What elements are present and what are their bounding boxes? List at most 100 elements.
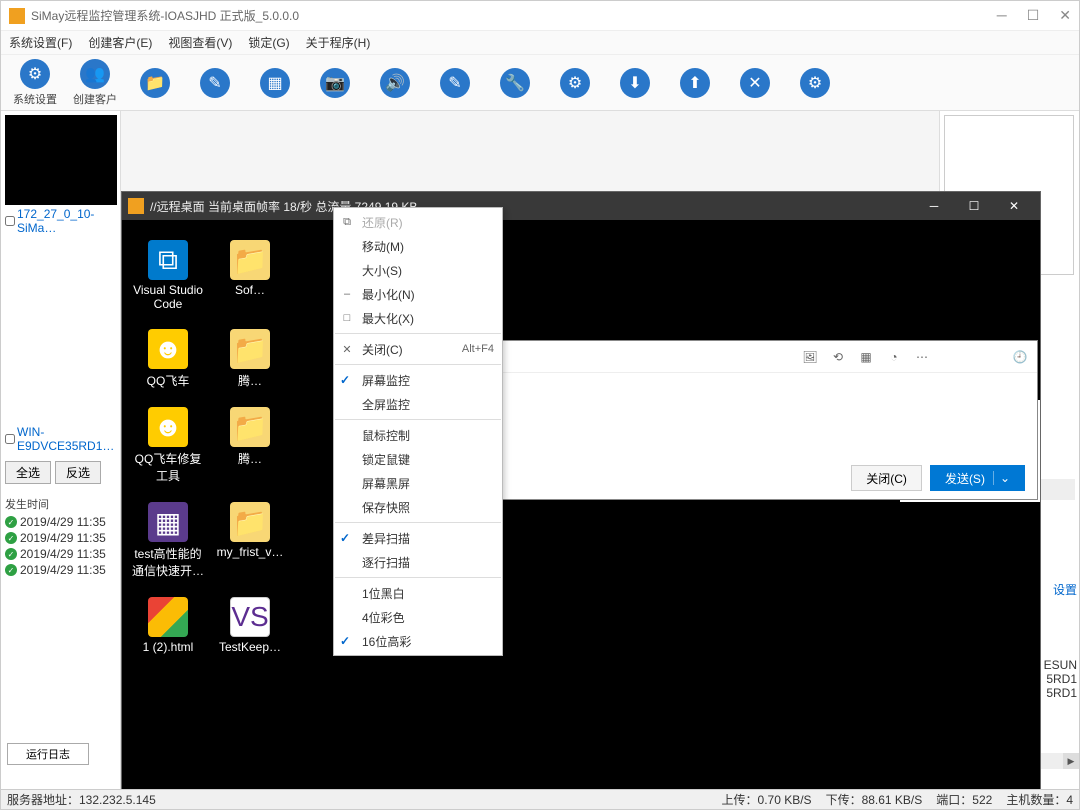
desktop-icon[interactable]: 📁Sof… bbox=[212, 240, 288, 311]
check-icon: ✓ bbox=[340, 634, 350, 648]
app-icon: ☻ bbox=[148, 407, 188, 447]
statusbar: 服务器地址：132.232.5.145 上传：0.70 KB/S 下传：88.6… bbox=[1, 789, 1079, 809]
clock-icon[interactable]: ◔ bbox=[885, 348, 903, 366]
remote-desktop-view[interactable]: ⧉Visual Studio Code📁Sof…☻QQ飞车📁腾…☻QQ飞车修复工… bbox=[122, 220, 1040, 789]
check-icon: ✓ bbox=[340, 531, 350, 545]
history-icon[interactable]: 🕘 bbox=[1011, 348, 1029, 366]
menu-about[interactable]: 关于程序(H) bbox=[306, 34, 371, 51]
menu-view[interactable]: 视图查看(V) bbox=[168, 34, 232, 51]
desktop-icon[interactable]: ⧉Visual Studio Code bbox=[130, 240, 206, 311]
success-icon: ✓ bbox=[5, 564, 17, 576]
tool-create-client[interactable]: 👥 创建客户 bbox=[67, 59, 123, 107]
tool-14[interactable]: ⚙ bbox=[787, 68, 843, 98]
child-title: //远程桌面 当前桌面帧率 18/秒 总流量 7249.19 KB bbox=[150, 198, 914, 215]
tool-system-settings[interactable]: ⚙ 系统设置 bbox=[7, 59, 63, 107]
menu-1bit-bw[interactable]: 1位黑白 bbox=[334, 581, 502, 605]
menu-diff-scan[interactable]: ✓差异扫描 bbox=[334, 526, 502, 550]
close-button[interactable]: ✕ bbox=[1059, 7, 1071, 24]
left-panel: 172_27_0_10-SiMa… WIN-E9DVCE35RD1… 全选 反选… bbox=[1, 111, 121, 789]
event-row: ✓2019/4/29 11:35 bbox=[5, 546, 116, 562]
check-icon: ✓ bbox=[340, 373, 350, 387]
menu-minimize[interactable]: –最小化(N) bbox=[334, 282, 502, 306]
close-icon: ✕ bbox=[340, 343, 354, 356]
more-icon[interactable]: ⋯ bbox=[913, 348, 931, 366]
maximize-icon: □ bbox=[340, 312, 354, 324]
event-row: ✓2019/4/29 11:35 bbox=[5, 514, 116, 530]
dialog-close-button[interactable]: 关闭(C) bbox=[851, 465, 922, 491]
menu-move[interactable]: 移动(M) bbox=[334, 234, 502, 258]
desktop-icon[interactable]: ☻QQ飞车修复工具 bbox=[130, 407, 206, 484]
menu-black-screen[interactable]: 屏幕黑屏 bbox=[334, 471, 502, 495]
tool-3[interactable]: 📁 bbox=[127, 68, 183, 98]
maximize-button[interactable]: ☐ bbox=[1027, 7, 1040, 24]
menu-full-monitor[interactable]: 全屏监控 bbox=[334, 392, 502, 416]
select-all-button[interactable]: 全选 bbox=[5, 461, 51, 484]
menubar: 系统设置(F) 创建客户(E) 视图查看(V) 锁定(G) 关于程序(H) bbox=[1, 31, 1079, 55]
success-icon: ✓ bbox=[5, 516, 17, 528]
tool-4[interactable]: ✎ bbox=[187, 68, 243, 98]
desktop-icon[interactable]: VSTestKeep… bbox=[212, 597, 288, 654]
status-port: 端口：522 bbox=[936, 791, 992, 808]
chevron-down-icon[interactable]: ⌄ bbox=[993, 471, 1010, 485]
desktop-icon[interactable]: 📁my_frist_v… bbox=[212, 502, 288, 579]
tool-13[interactable]: ✕ bbox=[727, 68, 783, 98]
tool-5[interactable]: ▦ bbox=[247, 68, 303, 98]
dialog-send-button[interactable]: 发送(S)⌄ bbox=[930, 465, 1025, 491]
window-system-menu: ⧉还原(R) 移动(M) 大小(S) –最小化(N) □最大化(X) ✕关闭(C… bbox=[333, 207, 503, 656]
child-titlebar[interactable]: //远程桌面 当前桌面帧率 18/秒 总流量 7249.19 KB ─ ☐ ✕ bbox=[122, 192, 1040, 220]
desktop-icon[interactable]: 📁腾… bbox=[212, 407, 288, 484]
success-icon: ✓ bbox=[5, 532, 17, 544]
tool-11[interactable]: ⬇ bbox=[607, 68, 663, 98]
menu-close[interactable]: ✕关闭(C)Alt+F4 bbox=[334, 337, 502, 361]
tool-7[interactable]: 🔊 bbox=[367, 68, 423, 98]
app-icon: 📁 bbox=[230, 407, 270, 447]
status-upload: 上传：0.70 KB/S bbox=[722, 791, 812, 808]
minimize-button[interactable]: ─ bbox=[997, 7, 1007, 24]
client-checkbox-1[interactable] bbox=[5, 216, 15, 226]
menu-maximize[interactable]: □最大化(X) bbox=[334, 306, 502, 330]
tool-10[interactable]: ⚙ bbox=[547, 68, 603, 98]
child-minimize-button[interactable]: ─ bbox=[914, 192, 954, 220]
app-icon: VS bbox=[230, 597, 270, 637]
client-thumb-2[interactable] bbox=[5, 243, 117, 423]
child-app-icon bbox=[128, 198, 144, 214]
rotate-icon[interactable]: ⟲ bbox=[829, 348, 847, 366]
menu-restore: ⧉还原(R) bbox=[334, 210, 502, 234]
invert-select-button[interactable]: 反选 bbox=[55, 461, 101, 484]
client-caption-2[interactable]: WIN-E9DVCE35RD1… bbox=[5, 425, 116, 453]
client-thumb-1[interactable] bbox=[5, 115, 117, 205]
scroll-right-arrow[interactable]: ▶ bbox=[1063, 753, 1079, 769]
menu-create[interactable]: 创建客户(E) bbox=[88, 34, 152, 51]
tool-12[interactable]: ⬆ bbox=[667, 68, 723, 98]
menu-size[interactable]: 大小(S) bbox=[334, 258, 502, 282]
menu-mouse-ctrl[interactable]: 鼠标控制 bbox=[334, 423, 502, 447]
desktop-icon[interactable]: ☻QQ飞车 bbox=[130, 329, 206, 389]
menu-lock[interactable]: 锁定(G) bbox=[248, 34, 289, 51]
desktop-icon[interactable]: ▦test高性能的通信快速开… bbox=[130, 502, 206, 579]
status-hosts: 主机数量：4 bbox=[1006, 791, 1073, 808]
client-caption-1[interactable]: 172_27_0_10-SiMa… bbox=[5, 207, 116, 235]
child-close-button[interactable]: ✕ bbox=[994, 192, 1034, 220]
menu-line-scan[interactable]: 逐行扫描 bbox=[334, 550, 502, 574]
view-icon[interactable]: 🖼 bbox=[801, 348, 819, 366]
desktop-icon[interactable]: 📁腾… bbox=[212, 329, 288, 389]
desktop-icon[interactable]: 1 (2).html bbox=[130, 597, 206, 654]
child-maximize-button[interactable]: ☐ bbox=[954, 192, 994, 220]
tool-8[interactable]: ✎ bbox=[427, 68, 483, 98]
gear-icon: ⚙ bbox=[20, 59, 50, 89]
grid-icon[interactable]: ▦ bbox=[857, 348, 875, 366]
tool-9[interactable]: 🔧 bbox=[487, 68, 543, 98]
menu-system[interactable]: 系统设置(F) bbox=[9, 34, 72, 51]
menu-save-snapshot[interactable]: 保存快照 bbox=[334, 495, 502, 519]
minimize-icon: – bbox=[340, 288, 354, 300]
menu-lock-mk[interactable]: 锁定鼠键 bbox=[334, 447, 502, 471]
client-checkbox-2[interactable] bbox=[5, 434, 15, 444]
menu-4bit-color[interactable]: 4位彩色 bbox=[334, 605, 502, 629]
menu-screen-monitor[interactable]: ✓屏幕监控 bbox=[334, 368, 502, 392]
log-tab[interactable]: 运行日志 bbox=[7, 743, 89, 765]
app-icon bbox=[148, 597, 188, 637]
event-row: ✓2019/4/29 11:35 bbox=[5, 562, 116, 578]
tool-6[interactable]: 📷 bbox=[307, 68, 363, 98]
menu-16bit-color[interactable]: ✓16位高彩 bbox=[334, 629, 502, 653]
event-row: ✓2019/4/29 11:35 bbox=[5, 530, 116, 546]
